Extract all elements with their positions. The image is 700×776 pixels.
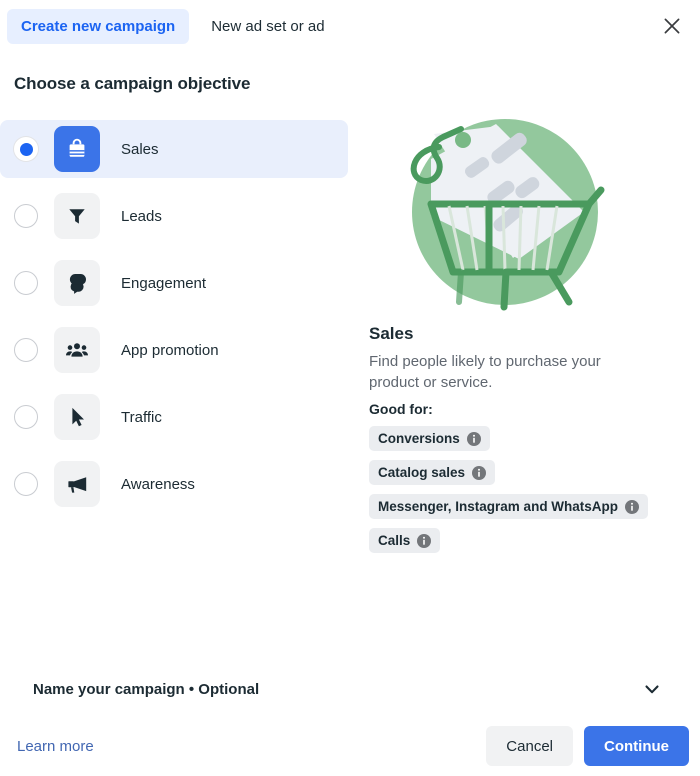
radio-traffic[interactable] <box>14 405 38 429</box>
cursor-arrow-icon-tile <box>54 394 100 440</box>
people-group-icon <box>65 338 89 362</box>
megaphone-icon <box>65 472 90 497</box>
tab-new-ad-set-or-ad-label: New ad set or ad <box>211 17 325 35</box>
chevron-down-icon[interactable] <box>642 679 662 699</box>
objective-detail-panel: Sales Find people likely to purchase you… <box>369 112 669 553</box>
shopping-bag-icon-tile <box>54 126 100 172</box>
objective-row-app-promotion[interactable]: App promotion <box>0 321 348 379</box>
chip-conversions[interactable]: Conversions <box>369 426 490 451</box>
cancel-button[interactable]: Cancel <box>486 726 573 766</box>
objective-list: Sales Leads Engagement App promotion Tra… <box>0 120 348 522</box>
good-for-label: Good for: <box>369 401 433 417</box>
chip-calls[interactable]: Calls <box>369 528 441 553</box>
page-title: Choose a campaign objective <box>14 74 251 93</box>
info-icon[interactable] <box>466 431 481 446</box>
objective-label-awareness: Awareness <box>121 475 195 493</box>
chip-catalog-sales[interactable]: Catalog sales <box>369 460 496 485</box>
name-campaign-label: Name your campaign • Optional <box>33 680 260 698</box>
close-icon <box>663 17 681 35</box>
footer-actions: Cancel Continue <box>486 726 689 766</box>
chip-calls-label: Calls <box>378 533 411 548</box>
objective-label-app-promotion: App promotion <box>121 341 219 359</box>
good-for-chip-list: Conversions Catalog sales Messenger, Ins… <box>369 426 669 553</box>
objective-row-awareness[interactable]: Awareness <box>0 455 348 513</box>
tab-bar: Create new campaign New ad set or ad <box>0 0 700 52</box>
objective-row-sales[interactable]: Sales <box>0 120 348 178</box>
chat-bubbles-icon <box>65 271 90 296</box>
detail-description: Find people likely to purchase your prod… <box>369 353 601 391</box>
tab-new-ad-set-or-ad[interactable]: New ad set or ad <box>197 9 338 44</box>
radio-sales[interactable] <box>14 137 38 161</box>
objective-label-leads: Leads <box>121 207 162 225</box>
shopping-cart-with-price-tag-illustration <box>401 112 609 312</box>
objective-row-leads[interactable]: Leads <box>0 187 348 245</box>
objective-row-traffic[interactable]: Traffic <box>0 388 348 446</box>
objective-row-engagement[interactable]: Engagement <box>0 254 348 312</box>
info-icon[interactable] <box>472 465 487 480</box>
chip-messenger-instagram-whatsapp[interactable]: Messenger, Instagram and WhatsApp <box>369 494 649 519</box>
name-campaign-accordion[interactable]: Name your campaign • Optional <box>0 668 700 710</box>
objective-label-engagement: Engagement <box>121 274 207 292</box>
objective-label-sales: Sales <box>121 140 159 158</box>
continue-button[interactable]: Continue <box>584 726 689 766</box>
info-icon[interactable] <box>625 499 640 514</box>
radio-leads[interactable] <box>14 204 38 228</box>
chip-catalog-sales-label: Catalog sales <box>378 465 466 480</box>
chip-conversions-label: Conversions <box>378 431 460 446</box>
chat-bubbles-icon-tile <box>54 260 100 306</box>
megaphone-icon-tile <box>54 461 100 507</box>
tab-create-new-campaign-label: Create new campaign <box>21 17 176 35</box>
cursor-arrow-icon <box>65 405 89 429</box>
learn-more-link[interactable]: Learn more <box>17 738 94 755</box>
people-group-icon-tile <box>54 327 100 373</box>
radio-app-promotion[interactable] <box>14 338 38 362</box>
close-button[interactable] <box>656 10 688 42</box>
radio-awareness[interactable] <box>14 472 38 496</box>
objective-label-traffic: Traffic <box>121 408 162 426</box>
funnel-icon-tile <box>54 193 100 239</box>
info-icon[interactable] <box>417 533 432 548</box>
shopping-bag-icon <box>64 136 90 162</box>
chip-messenger-instagram-whatsapp-label: Messenger, Instagram and WhatsApp <box>378 499 619 514</box>
detail-title: Sales <box>369 324 414 343</box>
radio-engagement[interactable] <box>14 271 38 295</box>
tab-create-new-campaign[interactable]: Create new campaign <box>7 8 190 44</box>
funnel-icon <box>65 204 89 228</box>
footer: Learn more Cancel Continue <box>0 716 700 776</box>
